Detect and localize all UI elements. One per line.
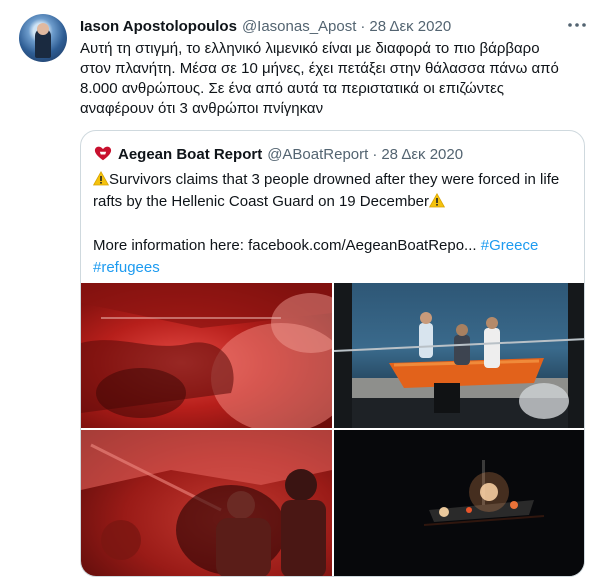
hashtag-greece[interactable]: #Greece	[481, 237, 539, 254]
quoted-display-name[interactable]: Aegean Boat Report	[118, 146, 262, 163]
hashtag-refugees[interactable]: #refugees	[93, 259, 160, 276]
author-avatar[interactable]	[19, 14, 67, 62]
quoted-text-line: rafts by the Hellenic Coast Guard on 19 …	[93, 193, 429, 210]
tweet-text-line: αναφέρουν ότι 3 ανθρώποι πνίγηκαν	[80, 100, 324, 117]
tweet[interactable]: Iason Apostolopoulos @Iasonas_Apost · 28…	[0, 0, 603, 586]
quoted-tweet-text: Survivors claims that 3 people drowned a…	[92, 169, 577, 279]
facebook-link[interactable]: facebook.com/AegeanBoatRepo...	[248, 237, 477, 254]
photo-boat-lights-at-night[interactable]	[334, 430, 584, 576]
separator-dot: ·	[372, 145, 378, 163]
tweet-date[interactable]: 28 Δεκ 2020	[369, 18, 451, 35]
quoted-date[interactable]: 28 Δεκ 2020	[381, 146, 463, 163]
warning-icon	[428, 192, 446, 208]
author-handle[interactable]: @Iasonas_Apost	[242, 18, 356, 35]
quoted-handle[interactable]: @ABoatReport	[267, 146, 368, 163]
tweet-text-line: στον πλανήτη. Μέσα σε 10 μήνες, έχει πετ…	[80, 60, 559, 77]
more-info-label: More information here:	[93, 237, 244, 254]
photo-people-in-raft[interactable]	[81, 430, 332, 576]
quoted-tweet-header: Aegean Boat Report @ABoatReport · 28 Δεκ…	[93, 143, 463, 165]
warning-icon	[92, 170, 110, 186]
tweet-text-line: 8.000 ανθρώπους. Σε ένα από αυτά τα περι…	[80, 80, 504, 97]
heart-logo-icon[interactable]	[93, 144, 113, 164]
tweet-text-line: Αυτή τη στιγμή, το ελληνικό λιμενικό είν…	[80, 40, 540, 57]
photo-raft-interior-red[interactable]	[81, 283, 332, 428]
tweet-text: Αυτή τη στιγμή, το ελληνικό λιμενικό είν…	[80, 39, 580, 119]
quoted-text-line: Survivors claims that 3 people drowned a…	[109, 171, 560, 188]
separator-dot: ·	[360, 17, 366, 35]
tweet-header: Iason Apostolopoulos @Iasonas_Apost · 28…	[80, 16, 451, 36]
media-grid	[81, 283, 584, 576]
photo-coast-guard-boat-deck[interactable]	[334, 283, 584, 428]
author-display-name[interactable]: Iason Apostolopoulos	[80, 18, 237, 35]
quoted-tweet-card[interactable]: Aegean Boat Report @ABoatReport · 28 Δεκ…	[80, 130, 585, 577]
more-horizontal-icon[interactable]	[566, 14, 588, 36]
